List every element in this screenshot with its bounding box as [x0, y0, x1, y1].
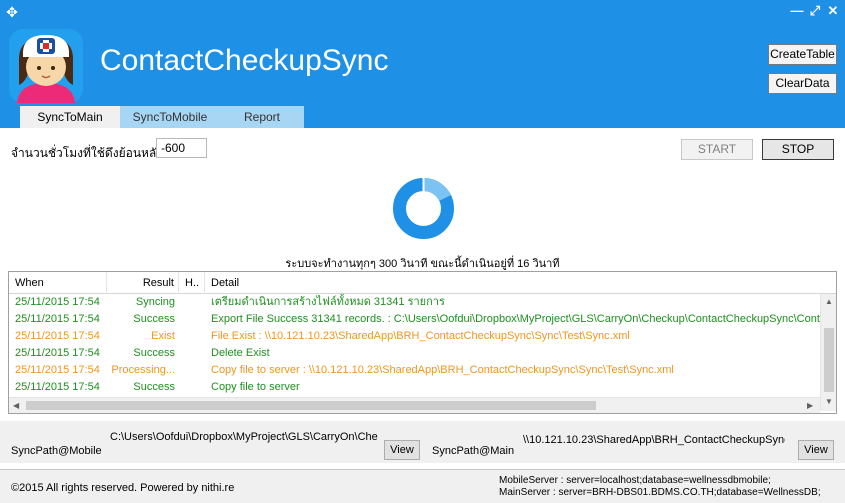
footer: ©2015 All rights reserved. Powered by ni… — [0, 469, 845, 503]
maximize-button[interactable]: ⤢ — [807, 3, 823, 19]
scroll-down-icon[interactable]: ▼ — [825, 394, 833, 410]
sync-to-main-panel: จำนวนชั่วโมงที่ใช้ดึงย้อนหลัง -600 START… — [0, 128, 845, 503]
title-bar: ✥ — ⤢ ✕ — [0, 0, 845, 24]
create-table-button[interactable]: CreateTable — [768, 44, 837, 65]
mobile-path-value: C:\Users\Oofdui\Dropbox\MyProject\GLS\Ca… — [110, 431, 378, 443]
scroll-right-icon[interactable]: ▶ — [807, 398, 813, 413]
vertical-scroll-thumb[interactable] — [824, 328, 834, 392]
column-header-when[interactable]: When — [9, 272, 107, 294]
app-title: ContactCheckupSync — [100, 44, 389, 77]
main-path-value: \\10.121.10.23\SharedApp\BRH_ContactChec… — [523, 434, 785, 446]
grid-rows: 25/11/2015 17:54 Syncing เตรียมดำเนินการสร… — [9, 294, 821, 396]
sync-paths: SyncPath@Mobile C:\Users\Oofdui\Dropbox\… — [0, 421, 845, 463]
tab-sync-to-mobile[interactable]: SyncToMobile — [120, 106, 220, 128]
tab-report[interactable]: Report — [220, 106, 304, 128]
column-header-detail[interactable]: Detail — [205, 272, 836, 294]
tab-sync-to-main[interactable]: SyncToMain — [20, 106, 120, 128]
cell-when: 25/11/2015 17:54 — [15, 347, 100, 359]
table-row[interactable]: 25/11/2015 17:54 Processing... Copy file t… — [9, 362, 819, 379]
column-header-h[interactable]: H.. — [179, 272, 205, 294]
cell-when: 25/11/2015 17:54 — [15, 296, 100, 308]
table-row[interactable]: 25/11/2015 17:54 Success Export File Succe… — [9, 311, 821, 328]
main-path-label: SyncPath@Main — [432, 445, 515, 457]
view-main-path-button[interactable]: View — [798, 440, 834, 460]
cell-result: Success — [133, 313, 175, 325]
nurse-avatar-icon — [9, 29, 83, 103]
cell-when: 25/11/2015 17:54 — [15, 330, 100, 342]
move-icon[interactable]: ✥ — [4, 4, 20, 20]
cell-detail: เตรียมดำเนินการสร้างไฟล์ทั้งหมด 31341 รา… — [211, 296, 445, 308]
stop-button[interactable]: STOP — [762, 139, 834, 160]
cell-when: 25/11/2015 17:54 — [15, 364, 100, 376]
cell-when: 25/11/2015 17:54 — [15, 313, 100, 325]
close-button[interactable]: ✕ — [825, 3, 841, 19]
tab-strip: SyncToMain SyncToMobile Report — [20, 106, 304, 128]
cell-when: 25/11/2015 17:54 — [15, 381, 100, 393]
table-row[interactable]: 25/11/2015 17:54 Syncing เตรียมดำเนินการสร… — [9, 294, 819, 311]
main-server-text: MainServer : server=BRH-DBS01.BDMS.CO.TH… — [499, 487, 821, 498]
progress-spinner-icon — [393, 178, 454, 239]
vertical-scrollbar[interactable]: ▲ ▼ — [820, 294, 836, 411]
cell-detail: Copy file to server : \\10.121.10.23\Sha… — [211, 364, 674, 376]
cell-result: Syncing — [135, 296, 175, 308]
cell-result: Success — [133, 347, 175, 359]
server-info: MobileServer : server=localhost;database… — [499, 475, 821, 499]
scroll-up-icon[interactable]: ▲ — [825, 294, 833, 310]
mobile-path-label: SyncPath@Mobile — [11, 445, 102, 457]
mobile-server-text: MobileServer : server=localhost;database… — [499, 475, 771, 486]
cell-detail: File Exist : \\10.121.10.23\SharedApp\BR… — [211, 330, 630, 342]
minimize-button[interactable]: — — [789, 3, 805, 19]
sync-status-text: ระบบจะทำงานทุกๆ 300 วินาที ขณะนี้ดำเนินอ… — [285, 258, 560, 270]
start-button[interactable]: START — [681, 139, 753, 160]
cell-result: Success — [133, 381, 175, 393]
column-header-result[interactable]: Result — [107, 272, 179, 294]
clear-data-button[interactable]: ClearData — [768, 73, 837, 94]
horizontal-scrollbar[interactable]: ◀ ▶ — [9, 397, 820, 413]
horizontal-scroll-thumb[interactable] — [26, 401, 596, 410]
cell-result: Exist — [151, 330, 175, 342]
sync-log-grid[interactable]: When Result H.. Detail 25/11/2015 17:54 S… — [8, 271, 837, 414]
table-row[interactable]: 25/11/2015 17:54 Success Copy file to serv… — [9, 379, 819, 396]
offset-hours-label: จำนวนชั่วโมงที่ใช้ดึงย้อนหลัง — [11, 146, 163, 160]
cell-result: Processing... — [111, 364, 175, 376]
table-row[interactable]: 25/11/2015 17:54 Success Delete Exist — [9, 345, 819, 362]
cell-detail: Delete Exist — [211, 347, 270, 359]
table-row[interactable]: 25/11/2015 17:54 Exist File Exist : \\10.1… — [9, 328, 819, 345]
scroll-left-icon[interactable]: ◀ — [13, 398, 19, 413]
view-mobile-path-button[interactable]: View — [384, 440, 420, 460]
cell-detail: Copy file to server — [211, 381, 300, 393]
grid-header: When Result H.. Detail — [9, 272, 836, 294]
cell-detail: Export File Success 31341 records. : C:\… — [211, 313, 821, 325]
copyright-text: ©2015 All rights reserved. Powered by ni… — [11, 482, 235, 494]
offset-hours-input[interactable]: -600 — [156, 138, 207, 158]
